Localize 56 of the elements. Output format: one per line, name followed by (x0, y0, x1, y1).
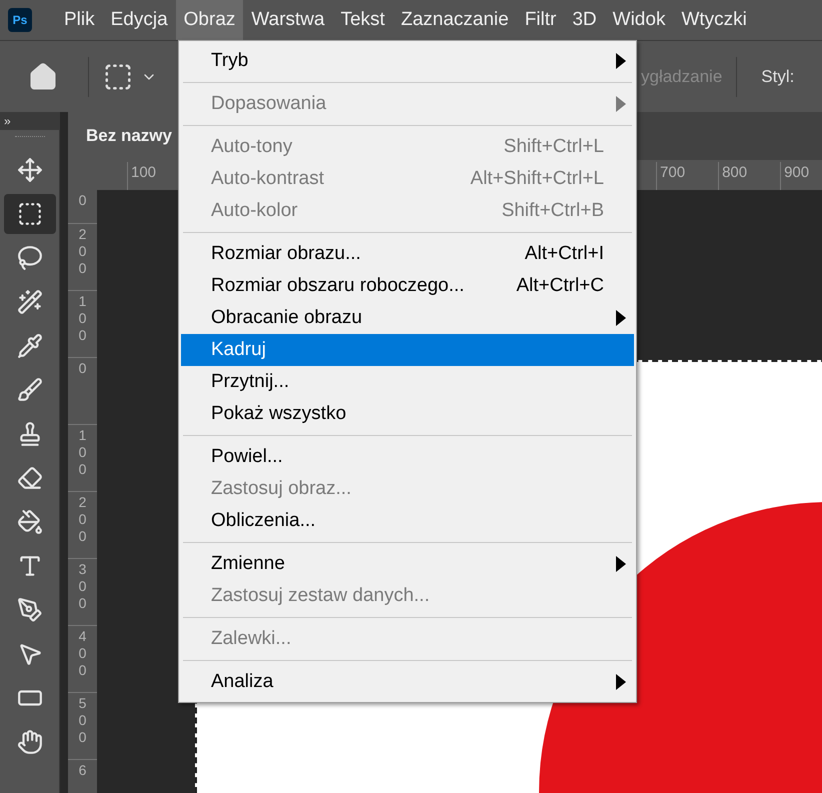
ruler-label: 200 (78, 226, 88, 278)
menu-bar-item[interactable]: Edycja (102, 0, 176, 40)
lasso-icon (16, 245, 42, 271)
menu-item[interactable]: Obliczenia... (181, 505, 634, 537)
home-icon[interactable] (28, 62, 58, 92)
shortcut-label: Alt+Ctrl+I (524, 242, 604, 266)
menu-item[interactable]: Rozmiar obrazu... Alt+Ctrl+I (181, 238, 634, 270)
menu-item[interactable]: Zmienne (181, 548, 634, 580)
shortcut-label: Alt+Ctrl+C (516, 274, 604, 298)
shortcut-label: Shift+Ctrl+B (502, 198, 604, 223)
menu-bar-item[interactable]: Warstwa (243, 0, 333, 40)
move-icon (16, 157, 42, 183)
app-logo[interactable]: Ps (8, 8, 32, 32)
menu-bar-item[interactable]: Wtyczki (673, 0, 755, 40)
ruler-label: 100 (78, 293, 88, 345)
ruler-label: 500 (78, 695, 88, 747)
ruler-label: 400 (78, 628, 88, 680)
menu-bar-item[interactable]: 3D (564, 0, 605, 40)
menu-item[interactable]: Obracanie obrazu (181, 302, 634, 334)
ruler-label: 100 (78, 427, 88, 479)
menu-item[interactable]: Powiel... (181, 441, 634, 473)
menu-item[interactable]: Analiza (181, 666, 634, 698)
eraser-icon (16, 465, 42, 491)
magic-wand-icon (16, 289, 42, 315)
tool-button[interactable] (4, 194, 56, 234)
style-label: Styl: (761, 66, 794, 88)
menu-bar-item[interactable]: Tekst (332, 0, 393, 40)
brush-icon (16, 377, 42, 403)
ruler-label: 0 (78, 360, 88, 378)
menu-bar-item[interactable]: Widok (604, 0, 674, 40)
ruler-label: 800 (718, 162, 748, 190)
ruler-label: 0 (78, 192, 88, 210)
ruler-label: 100 (127, 162, 156, 190)
ruler-label: 300 (78, 561, 88, 613)
ruler-label: 6 (78, 762, 88, 780)
shortcut-label: Shift+Ctrl+L (504, 134, 604, 159)
menu-item[interactable]: Rozmiar obszaru roboczego... Alt+Ctrl+C (181, 270, 634, 302)
eyedropper-icon (16, 333, 42, 359)
menu-item[interactable]: Pokaż wszystko (181, 398, 634, 430)
marquee-icon (16, 201, 42, 227)
menu-item[interactable]: Tryb (181, 45, 634, 77)
marquee-icon[interactable] (103, 62, 133, 92)
pen-icon (16, 597, 42, 623)
paint-bucket-icon (16, 509, 42, 535)
menu-item[interactable]: Przytnij... (181, 366, 634, 398)
hand-icon (16, 729, 42, 755)
ruler-label: 700 (656, 162, 686, 190)
menu-bar-item[interactable]: Filtr (516, 0, 564, 40)
menu-item[interactable]: Kadruj (181, 334, 634, 366)
menu-bar-item[interactable]: Obraz (176, 0, 244, 40)
ruler-label: 200 (78, 494, 88, 546)
menu-bar-item[interactable]: Zaznaczanie (392, 0, 517, 40)
shortcut-label: Alt+Shift+Ctrl+L (470, 166, 604, 191)
menu-bar-item[interactable]: Plik (56, 0, 103, 40)
collapse-toggle[interactable]: » (4, 115, 11, 127)
ruler-label: 900 (780, 162, 810, 190)
